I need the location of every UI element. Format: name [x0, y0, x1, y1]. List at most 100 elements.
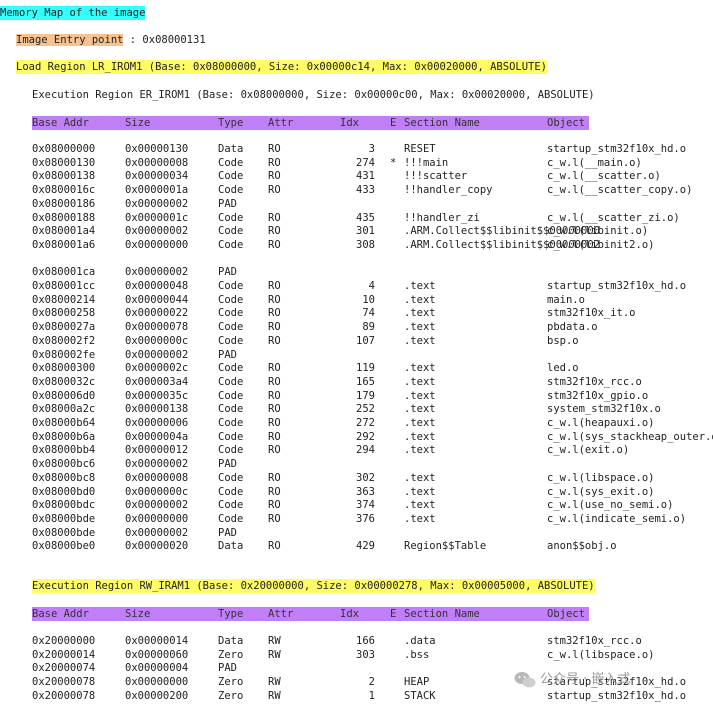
exec-region-irom-header: Execution Region ER_IROM1 (Base: 0x08000… — [32, 89, 595, 101]
cell-attr: RO — [268, 143, 281, 155]
table-row: 0x0800027a 0x00000078 Code RO .text pbdata.o 8… — [0, 320, 713, 334]
cell-size: 0x00000002 — [125, 458, 189, 471]
cell-size: 0x00000014 — [125, 635, 189, 647]
cell-section: !!handler_copy — [404, 184, 493, 197]
table-row: 0x080002fe 0x00000002 PAD — [0, 348, 713, 362]
cell-type: Zero — [218, 648, 244, 661]
cell-object: stm32f10x_rcc.o — [547, 635, 642, 647]
cell-attr: RO — [268, 389, 281, 402]
cell-section: .text — [404, 334, 436, 347]
cell-object: stm32f10x_rcc.o — [547, 375, 642, 388]
cell-type: Data — [218, 635, 244, 647]
cell-attr: RO — [268, 403, 281, 416]
cell-size: 0x0000035c — [125, 389, 189, 402]
cell-size: 0x00000002 — [125, 225, 189, 238]
cell-idx: 303 — [356, 648, 375, 661]
cell-type: Zero — [218, 676, 244, 689]
cell-addr: 0x080002fe — [32, 348, 96, 361]
table-row: 0x08000bd0 0x0000000c Code RO .text c_w.l(sys… — [0, 485, 713, 499]
table-row: 0x08000b64 0x00000006 Code RO .text c_w.l(hea… — [0, 416, 713, 430]
table-row: 0x08000188 0x0000001c Code RO !!handler_zi c_… — [0, 211, 713, 225]
cell-object: c_w.l(sys_stackheap_outer.o) — [547, 430, 713, 443]
cell-section: .text — [404, 389, 436, 402]
cell-addr: 0x08000188 — [32, 211, 96, 224]
cell-addr: 0x080001a6 — [32, 238, 96, 251]
column-header-type: Type — [218, 608, 244, 620]
table-row: 0x080001cc 0x00000048 Code RO .text startup_s… — [0, 279, 713, 293]
table-row: 0x08000bc6 0x00000002 PAD — [0, 457, 713, 471]
cell-idx: 10 — [362, 293, 375, 306]
cell-size: 0x00000078 — [125, 321, 189, 334]
entry-point-label: Image Entry point — [16, 34, 124, 46]
cell-idx: 433 — [356, 184, 375, 197]
cell-type: Code — [218, 156, 244, 169]
cell-addr: 0x08000214 — [32, 293, 96, 306]
cell-size: 0x00000138 — [125, 403, 189, 416]
cell-size: 0x00000022 — [125, 307, 189, 320]
cell-size: 0x00000008 — [125, 156, 189, 169]
cell-section: !!!main — [404, 156, 449, 169]
cell-idx: 3 — [368, 143, 375, 155]
cell-addr: 0x08000b6a — [32, 430, 96, 443]
iram-header-bar — [32, 607, 589, 621]
cell-idx: 429 — [356, 540, 375, 553]
cell-section: .text — [404, 444, 436, 457]
cell-type: Code — [218, 417, 244, 429]
cell-attr: RO — [268, 512, 281, 525]
cell-object: bsp.o — [547, 334, 579, 347]
cell-section: .text — [404, 321, 436, 334]
cell-type: PAD — [218, 458, 237, 471]
cell-object: c_w.l(__main.o) — [547, 156, 642, 169]
table-row: 0x08000186 0x00000002 PAD — [0, 197, 713, 211]
cell-size: 0x0000004a — [125, 430, 189, 443]
table-row: 0x080002f2 0x0000000c Code RO .text bsp.o 107 — [0, 334, 713, 348]
cell-attr: RO — [268, 499, 281, 512]
cell-idx: 272 — [356, 417, 375, 429]
cell-type: Code — [218, 211, 244, 224]
table-row: 0x08000138 0x00000034 Code RO !!!scatter c_w.… — [0, 169, 713, 183]
cell-section: .text — [404, 403, 436, 416]
column-header-size: Size — [125, 117, 151, 129]
cell-idx: 166 — [356, 635, 375, 647]
cell-idx: 301 — [356, 225, 375, 238]
cell-size: 0x0000000c — [125, 485, 189, 498]
cell-size: 0x0000001a — [125, 184, 189, 197]
cell-object: c_w.l(use_no_semi.o) — [547, 499, 674, 512]
cell-size: 0x00000060 — [125, 648, 189, 661]
column-header-section: Section Name — [404, 117, 480, 129]
column-header-section: Section Name — [404, 608, 480, 620]
cell-idx: 119 — [356, 362, 375, 375]
cell-type: PAD — [218, 526, 237, 539]
cell-object: system_stm32f10x.o — [547, 403, 661, 416]
cell-size: 0x00000034 — [125, 170, 189, 183]
cell-attr: RO — [268, 430, 281, 443]
table-row: 0x080001a6 0x00000000 Code RO .ARM.Collect$$… — [0, 238, 713, 252]
cell-addr: 0x080001cc — [32, 280, 96, 292]
cell-addr: 0x08000130 — [32, 156, 96, 169]
cell-idx: 302 — [356, 471, 375, 484]
column-header-attr: Attr — [268, 608, 294, 620]
cell-object: c_w.l(__scatter_copy.o) — [547, 184, 693, 197]
cell-idx: 252 — [356, 403, 375, 416]
cell-size: 0x00000044 — [125, 293, 189, 306]
table-row: 0x08000000 0x00000130 Data RO RESET startup_s… — [0, 142, 713, 156]
cell-idx: 435 — [356, 211, 375, 224]
cell-attr: RO — [268, 225, 281, 238]
cell-type: Code — [218, 238, 244, 251]
cell-idx: 89 — [362, 321, 375, 334]
table-row: 0x08000bdc 0x00000002 Code RO .text c_w.l(use… — [0, 498, 713, 512]
column-header-idx: Idx — [340, 608, 359, 620]
cell-addr: 0x08000a2c — [32, 403, 96, 416]
column-header-idx: Idx — [340, 117, 359, 129]
cell-section: STACK — [404, 689, 436, 702]
cell-section: !!!scatter — [404, 170, 468, 183]
table-row: 0x080001a4 0x00000002 Code RO .ARM.Collect$$… — [0, 224, 713, 238]
cell-object: main.o — [547, 293, 585, 306]
cell-object: c_w.l(exit.o) — [547, 444, 630, 457]
cell-object: c_w.l(sys_exit.o) — [547, 485, 655, 498]
cell-addr: 0x08000258 — [32, 307, 96, 320]
cell-section: .text — [404, 307, 436, 320]
cell-size: 0x00000004 — [125, 662, 189, 675]
cell-type: Zero — [218, 689, 244, 702]
cell-object: stm32f10x_it.o — [547, 307, 636, 320]
